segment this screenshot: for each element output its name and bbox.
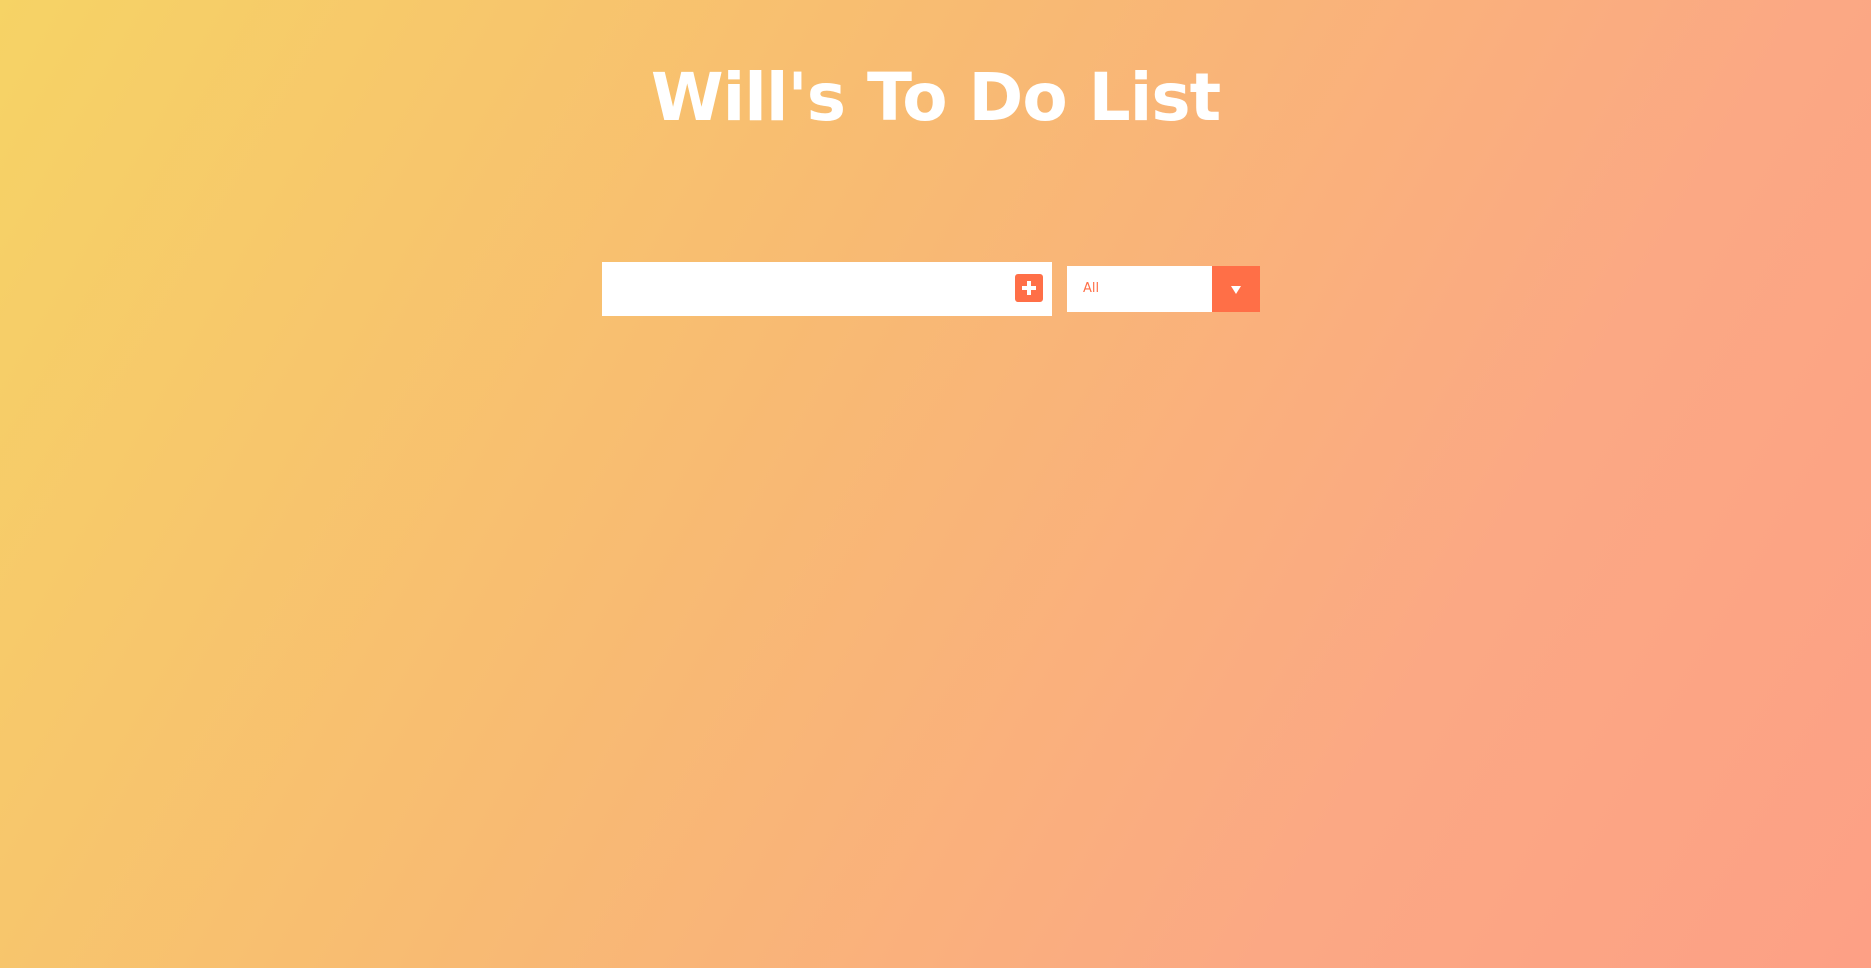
add-todo-button[interactable] bbox=[1015, 274, 1043, 302]
filter-dropdown-toggle[interactable] bbox=[1212, 266, 1260, 312]
todo-input[interactable] bbox=[602, 262, 1002, 316]
filter-select[interactable]: All bbox=[1067, 266, 1260, 312]
caret-down-icon bbox=[1230, 280, 1242, 299]
plus-square-icon bbox=[1020, 279, 1038, 297]
todo-form: All bbox=[602, 262, 1260, 316]
page-title: Will's To Do List bbox=[650, 59, 1221, 136]
filter-selected-value: All bbox=[1083, 281, 1100, 296]
todo-input-container bbox=[602, 262, 1052, 316]
